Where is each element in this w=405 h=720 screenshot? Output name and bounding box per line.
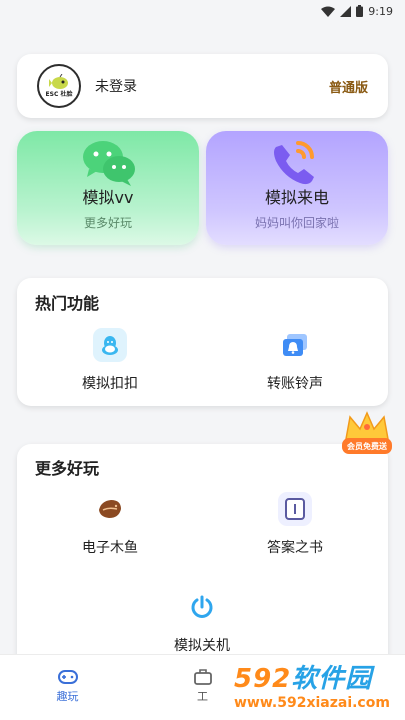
wifi-icon <box>321 6 336 17</box>
watermark-number: 592 <box>234 664 292 694</box>
wechat-icon <box>83 141 135 186</box>
phone-call-icon <box>274 141 314 185</box>
tab-label: 工 <box>197 690 208 703</box>
big-button-subtitle: 妈妈叫你回家啦 <box>254 216 339 230</box>
clock: 9:19 <box>368 4 393 18</box>
bell-card-icon <box>278 328 312 362</box>
feature-label: 模拟扣扣 <box>82 376 138 392</box>
status-bar: 9:19 <box>0 0 405 22</box>
simulate-wechat-button[interactable]: 模拟vv 更多好玩 <box>17 131 199 245</box>
gamepad-icon <box>57 670 78 684</box>
tab-play[interactable]: 趣玩 <box>0 655 135 720</box>
feature-simulate-qq[interactable]: 模拟扣扣 <box>50 328 170 393</box>
power-icon <box>185 590 219 624</box>
feature-label: 转账铃声 <box>267 376 323 392</box>
battery-icon <box>356 5 364 17</box>
crown-icon <box>342 411 392 454</box>
qq-penguin-icon <box>93 328 127 362</box>
simulate-call-button[interactable]: 模拟来电 妈妈叫你回家啦 <box>206 131 388 245</box>
user-card[interactable]: ESC 杜脸 未登录 普通版 <box>17 54 388 118</box>
site-watermark: 592软件园 www.592xiazai.com <box>228 656 405 720</box>
feature-answer-book[interactable]: 答案之书 <box>235 492 355 557</box>
app-logo: ESC 杜脸 <box>37 64 81 108</box>
watermark-brand: 软件园 <box>291 664 373 694</box>
big-button-subtitle: 更多好玩 <box>83 216 132 230</box>
book-icon <box>278 492 312 526</box>
signal-icon <box>340 5 352 17</box>
vip-badge-text: 会员免费送 <box>347 442 387 451</box>
feature-simulate-shutdown[interactable]: 模拟关机 <box>142 590 262 655</box>
version-badge[interactable]: 普通版 <box>329 77 368 96</box>
feature-label: 电子木鱼 <box>82 540 138 556</box>
feature-wooden-fish[interactable]: 电子木鱼 <box>50 492 170 557</box>
feature-transfer-ringtone[interactable]: 转账铃声 <box>235 328 355 393</box>
feature-label: 模拟关机 <box>174 638 230 654</box>
hot-features-title: 热门功能 <box>35 294 100 313</box>
toolbox-icon <box>193 669 212 685</box>
wooden-fish-icon <box>93 492 127 526</box>
vip-free-badge[interactable]: 会员免费送 <box>340 409 394 461</box>
fish-mascot-icon <box>49 74 68 89</box>
watermark-url: www.592xiazai.com <box>234 695 390 711</box>
more-fun-title: 更多好玩 <box>35 459 100 478</box>
feature-label: 答案之书 <box>267 540 323 556</box>
login-status[interactable]: 未登录 <box>95 76 329 96</box>
tab-label: 趣玩 <box>56 690 79 703</box>
logo-text: ESC 杜脸 <box>45 91 73 98</box>
